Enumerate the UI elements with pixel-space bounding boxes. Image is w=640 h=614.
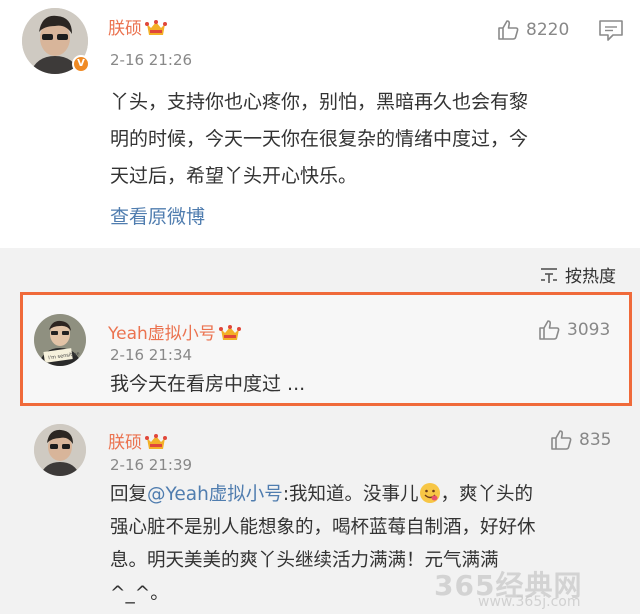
emoji-icon [419,483,440,503]
reply-time: 2-16 21:39 [110,456,193,474]
crown-icon [218,325,241,340]
post-text-line: 明的时候，今天一天你在很复杂的情绪中度过，今 [110,128,529,150]
post-text-line: 天过后，希望丫头开心快乐。 [110,165,358,187]
verified-icon: V [72,55,90,73]
comment-like-count: 3093 [567,320,611,340]
post-time: 2-16 21:26 [110,51,193,69]
reply-author[interactable]: 朕硕 [108,428,167,453]
comment-time: 2-16 21:34 [110,346,193,364]
post-like-count: 8220 [526,20,570,40]
comment-like-button[interactable]: 3093 [537,318,610,342]
reply-like-button[interactable]: 835 [549,428,611,452]
avatar[interactable] [34,424,86,476]
comment-author[interactable]: Yeah虚拟小号 [108,319,241,344]
comment-icon[interactable] [598,18,624,46]
reply-text-line: 回复@Yeah虚拟小号:我知道。没事儿 ，爽丫头的 [110,478,536,511]
comment-author-label[interactable]: Yeah虚拟小号 [108,324,216,344]
post-author[interactable]: 朕硕 [108,14,167,39]
post-author-label[interactable]: 朕硕 [108,19,142,39]
thumbs-up-icon [551,430,572,450]
comment-text: 我今天在看房中度过 ... [110,373,306,395]
thumbs-up-icon [498,20,519,40]
avatar[interactable]: I'm sensitive [34,314,86,366]
view-original-link[interactable]: 查看原微博 [110,202,205,229]
crown-icon [145,20,167,35]
reply-text-line: 强心脏不是别人能想象的，喝杯蓝莓自制酒，好好休 [110,517,536,538]
watermark-url: www.365j.com [478,594,581,610]
reply-text-segment: ，爽丫头的 [440,484,534,505]
thumbs-up-icon [539,320,560,340]
reply-author-label[interactable]: 朕硕 [108,433,142,453]
crown-icon [145,434,167,449]
sort-label[interactable]: 按热度 [565,262,616,287]
post-text-line: 丫头，支持你也心疼你，别怕，黑暗再久也会有黎 [110,91,529,113]
post-like-button[interactable]: 8220 [496,18,569,42]
sort-by-hot-button[interactable]: 按热度 [539,262,616,287]
mention-link[interactable]: @Yeah虚拟小号 [147,484,283,505]
reply-like-count: 835 [579,430,612,450]
post-text: 丫头，支持你也心疼你，别怕，黑暗再久也会有黎 明的时候，今天一天你在很复杂的情绪… [110,84,528,195]
reply-prefix: 回复 [110,484,148,505]
reply-text-segment: :我知道。没事儿 [282,484,419,505]
sort-icon [541,267,557,283]
original-post: V 朕硕 2-16 21:26 8220 丫头，支持你也心疼你，别怕，黑暗再久也… [0,0,640,248]
